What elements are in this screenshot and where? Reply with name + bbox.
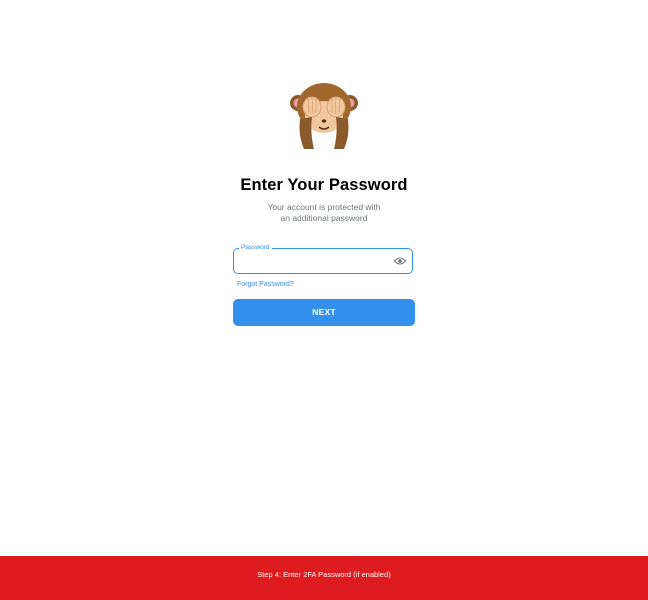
subtitle-line-1: Your account is protected with [267, 202, 381, 212]
page-title: Enter Your Password [240, 176, 408, 194]
password-field-label: Password [239, 244, 272, 252]
see-no-evil-monkey-icon [290, 83, 358, 149]
step-banner: Step 4: Enter 2FA Password (if enabled) [0, 556, 648, 600]
password-screen: Enter Your Password Your account is prot… [0, 0, 648, 600]
forgot-password-link[interactable]: Forgot Password? [237, 281, 294, 288]
subtitle-line-2: an additional password [280, 212, 368, 223]
next-button[interactable]: NEXT [233, 299, 415, 326]
password-field[interactable]: Password [233, 244, 413, 274]
password-input[interactable] [240, 254, 390, 268]
eye-icon[interactable] [394, 257, 406, 265]
page-subtitle: Your account is protected with an additi… [0, 202, 648, 223]
